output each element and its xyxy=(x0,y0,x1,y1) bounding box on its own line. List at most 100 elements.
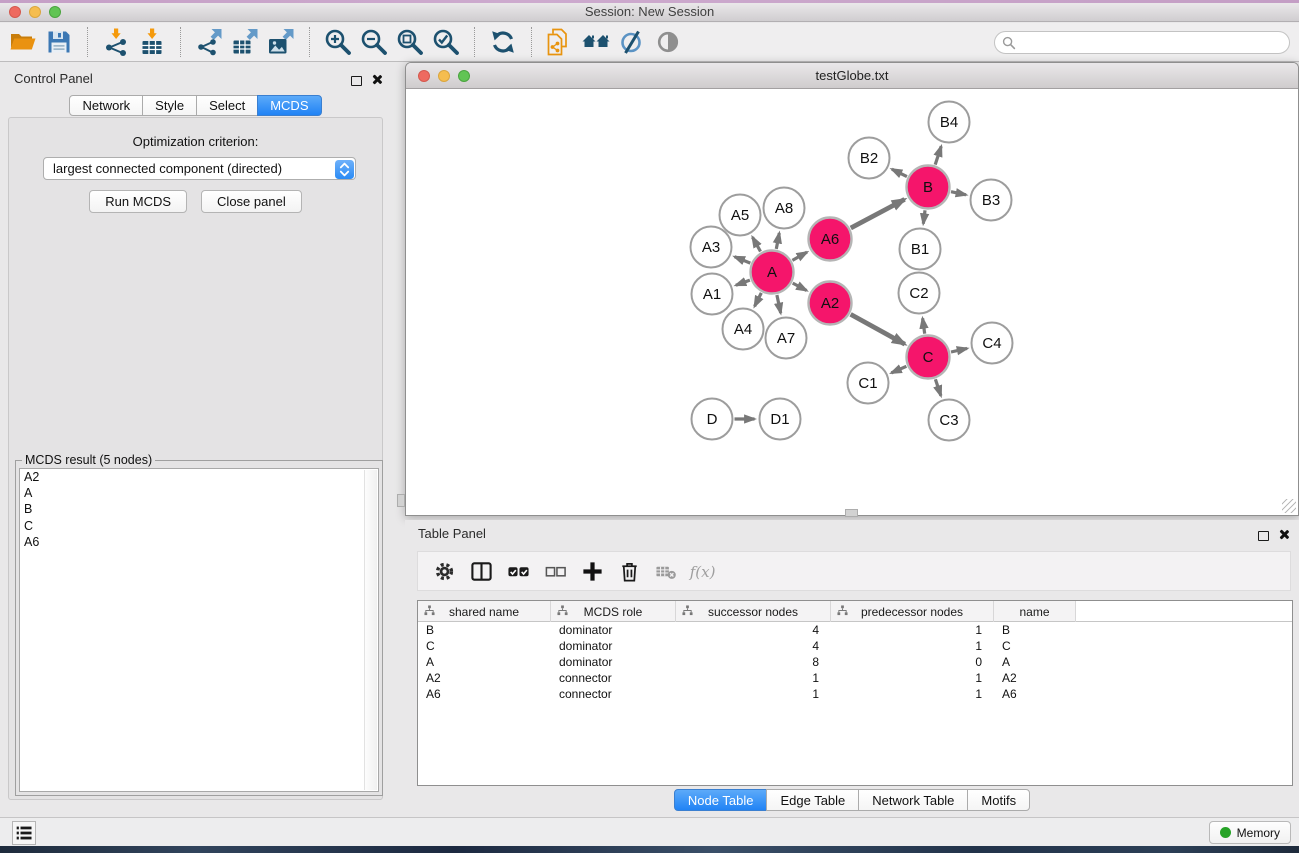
graph-edge-C-C2[interactable] xyxy=(923,318,925,333)
cell-mcds-role[interactable]: dominator xyxy=(551,654,676,670)
graph-edge-B-B1[interactable] xyxy=(923,210,925,223)
table-row[interactable]: A6connector11A6 xyxy=(418,686,1292,702)
window-resize-grip-icon[interactable] xyxy=(1282,499,1296,513)
tab-network[interactable]: Network xyxy=(69,95,143,116)
network-graph[interactable]: AA1A2A3A4A5A6A7A8BB1B2B3B4CC1C2C3C4DD1 xyxy=(406,90,1298,516)
cell-name[interactable]: A2 xyxy=(994,670,1076,686)
table-row[interactable]: Bdominator41B xyxy=(418,622,1292,638)
zoom-in-button[interactable] xyxy=(320,25,356,59)
mcds-result-item[interactable]: A2 xyxy=(20,469,378,485)
cell-name[interactable]: A xyxy=(994,654,1076,670)
graph-edge-A-A3[interactable] xyxy=(735,257,751,263)
task-history-button[interactable] xyxy=(12,821,36,845)
gear-button[interactable] xyxy=(429,556,459,586)
column-header-mcds-role[interactable]: MCDS role xyxy=(551,601,676,622)
graph-edge-A-A5[interactable] xyxy=(753,237,761,251)
zoom-selected-button[interactable] xyxy=(428,25,464,59)
table-row[interactable]: A2connector11A2 xyxy=(418,670,1292,686)
zoom-fit-button[interactable] xyxy=(392,25,428,59)
graph-edge-C-C3[interactable] xyxy=(935,379,941,396)
import-network-button[interactable] xyxy=(98,25,134,59)
table-row[interactable]: Adominator80A xyxy=(418,654,1292,670)
graph-edge-B-B4[interactable] xyxy=(935,146,941,164)
network-canvas[interactable]: AA1A2A3A4A5A6A7A8BB1B2B3B4CC1C2C3C4DD1 xyxy=(406,90,1298,515)
cell-shared-name[interactable]: B xyxy=(418,622,551,638)
graph-edge-C-C4[interactable] xyxy=(951,348,967,352)
column-header-name[interactable]: name xyxy=(994,601,1076,622)
tab-select[interactable]: Select xyxy=(196,95,258,116)
memory-button[interactable]: Memory xyxy=(1209,821,1291,844)
cell-shared-name[interactable]: A2 xyxy=(418,670,551,686)
tab-motifs[interactable]: Motifs xyxy=(967,789,1030,811)
column-header-shared-name[interactable]: shared name xyxy=(418,601,551,622)
tab-node-table[interactable]: Node Table xyxy=(674,789,768,811)
mcds-result-item[interactable]: A6 xyxy=(20,534,378,550)
column-header-successor-nodes[interactable]: successor nodes xyxy=(676,601,831,622)
scrollbar-track[interactable] xyxy=(364,470,377,790)
split-pane-handle[interactable] xyxy=(845,509,858,517)
cell-predecessor-nodes[interactable]: 1 xyxy=(831,638,994,654)
unselect-all-button[interactable] xyxy=(540,556,570,586)
mcds-result-item[interactable]: B xyxy=(20,501,378,517)
save-session-button[interactable] xyxy=(41,25,77,59)
graph-edge-A6-B[interactable] xyxy=(851,199,905,228)
split-pane-handle[interactable] xyxy=(397,494,405,507)
zoom-window-button[interactable] xyxy=(49,6,61,18)
network-window-titlebar[interactable]: testGlobe.txt xyxy=(406,63,1298,89)
cell-mcds-role[interactable]: connector xyxy=(551,670,676,686)
cell-successor-nodes[interactable]: 4 xyxy=(676,638,831,654)
cell-name[interactable]: B xyxy=(994,622,1076,638)
cell-shared-name[interactable]: C xyxy=(418,638,551,654)
close-panel-button[interactable]: Close panel xyxy=(201,190,302,213)
float-table-panel-button[interactable] xyxy=(1258,528,1269,546)
graph-edge-A-A1[interactable] xyxy=(736,280,750,285)
graph-edge-B-B2[interactable] xyxy=(892,169,907,176)
close-control-panel-button[interactable] xyxy=(371,72,382,90)
main-titlebar[interactable]: Session: New Session xyxy=(0,3,1299,22)
mcds-result-list[interactable]: A2ABCA6 xyxy=(19,468,379,792)
graph-edge-A-A4[interactable] xyxy=(755,293,762,306)
mcds-result-item[interactable]: C xyxy=(20,518,378,534)
tab-edge-table[interactable]: Edge Table xyxy=(766,789,859,811)
cell-successor-nodes[interactable]: 8 xyxy=(676,654,831,670)
split-columns-button[interactable] xyxy=(466,556,496,586)
refresh-button[interactable] xyxy=(485,25,521,59)
cell-name[interactable]: C xyxy=(994,638,1076,654)
graph-edge-A-A6[interactable] xyxy=(792,252,807,260)
mcds-result-item[interactable]: A xyxy=(20,485,378,501)
graph-edge-A-A2[interactable] xyxy=(793,283,807,290)
cell-successor-nodes[interactable]: 4 xyxy=(676,622,831,638)
float-control-panel-button[interactable] xyxy=(351,73,362,91)
search-input[interactable] xyxy=(1021,33,1281,52)
toggle-graphics-details-button[interactable] xyxy=(614,25,650,59)
cell-mcds-role[interactable]: connector xyxy=(551,686,676,702)
tab-style[interactable]: Style xyxy=(142,95,197,116)
graph-edge-A-A7[interactable] xyxy=(777,295,781,313)
show-hide-panels-button[interactable] xyxy=(650,25,686,59)
tab-mcds[interactable]: MCDS xyxy=(257,95,321,116)
minimize-network-button[interactable] xyxy=(438,70,450,82)
select-all-button[interactable] xyxy=(503,556,533,586)
delete-row-button[interactable] xyxy=(614,556,644,586)
cell-mcds-role[interactable]: dominator xyxy=(551,638,676,654)
close-network-button[interactable] xyxy=(418,70,430,82)
tab-network-table[interactable]: Network Table xyxy=(858,789,968,811)
cybrowser-home-button[interactable] xyxy=(578,25,614,59)
zoom-network-button[interactable] xyxy=(458,70,470,82)
cell-predecessor-nodes[interactable]: 1 xyxy=(831,622,994,638)
optimization-criterion-dropdown[interactable]: largest connected component (directed) xyxy=(43,157,356,180)
cell-shared-name[interactable]: A6 xyxy=(418,686,551,702)
close-window-button[interactable] xyxy=(9,6,21,18)
cell-mcds-role[interactable]: dominator xyxy=(551,622,676,638)
export-table-button[interactable] xyxy=(227,25,263,59)
cell-shared-name[interactable]: A xyxy=(418,654,551,670)
column-header-predecessor-nodes[interactable]: predecessor nodes xyxy=(831,601,994,622)
cell-predecessor-nodes[interactable]: 1 xyxy=(831,686,994,702)
graph-edge-C-C1[interactable] xyxy=(891,366,906,373)
export-network-button[interactable] xyxy=(191,25,227,59)
cell-successor-nodes[interactable]: 1 xyxy=(676,670,831,686)
zoom-out-button[interactable] xyxy=(356,25,392,59)
graph-edge-A2-C[interactable] xyxy=(851,314,905,344)
close-table-panel-button[interactable] xyxy=(1278,527,1289,545)
minimize-window-button[interactable] xyxy=(29,6,41,18)
